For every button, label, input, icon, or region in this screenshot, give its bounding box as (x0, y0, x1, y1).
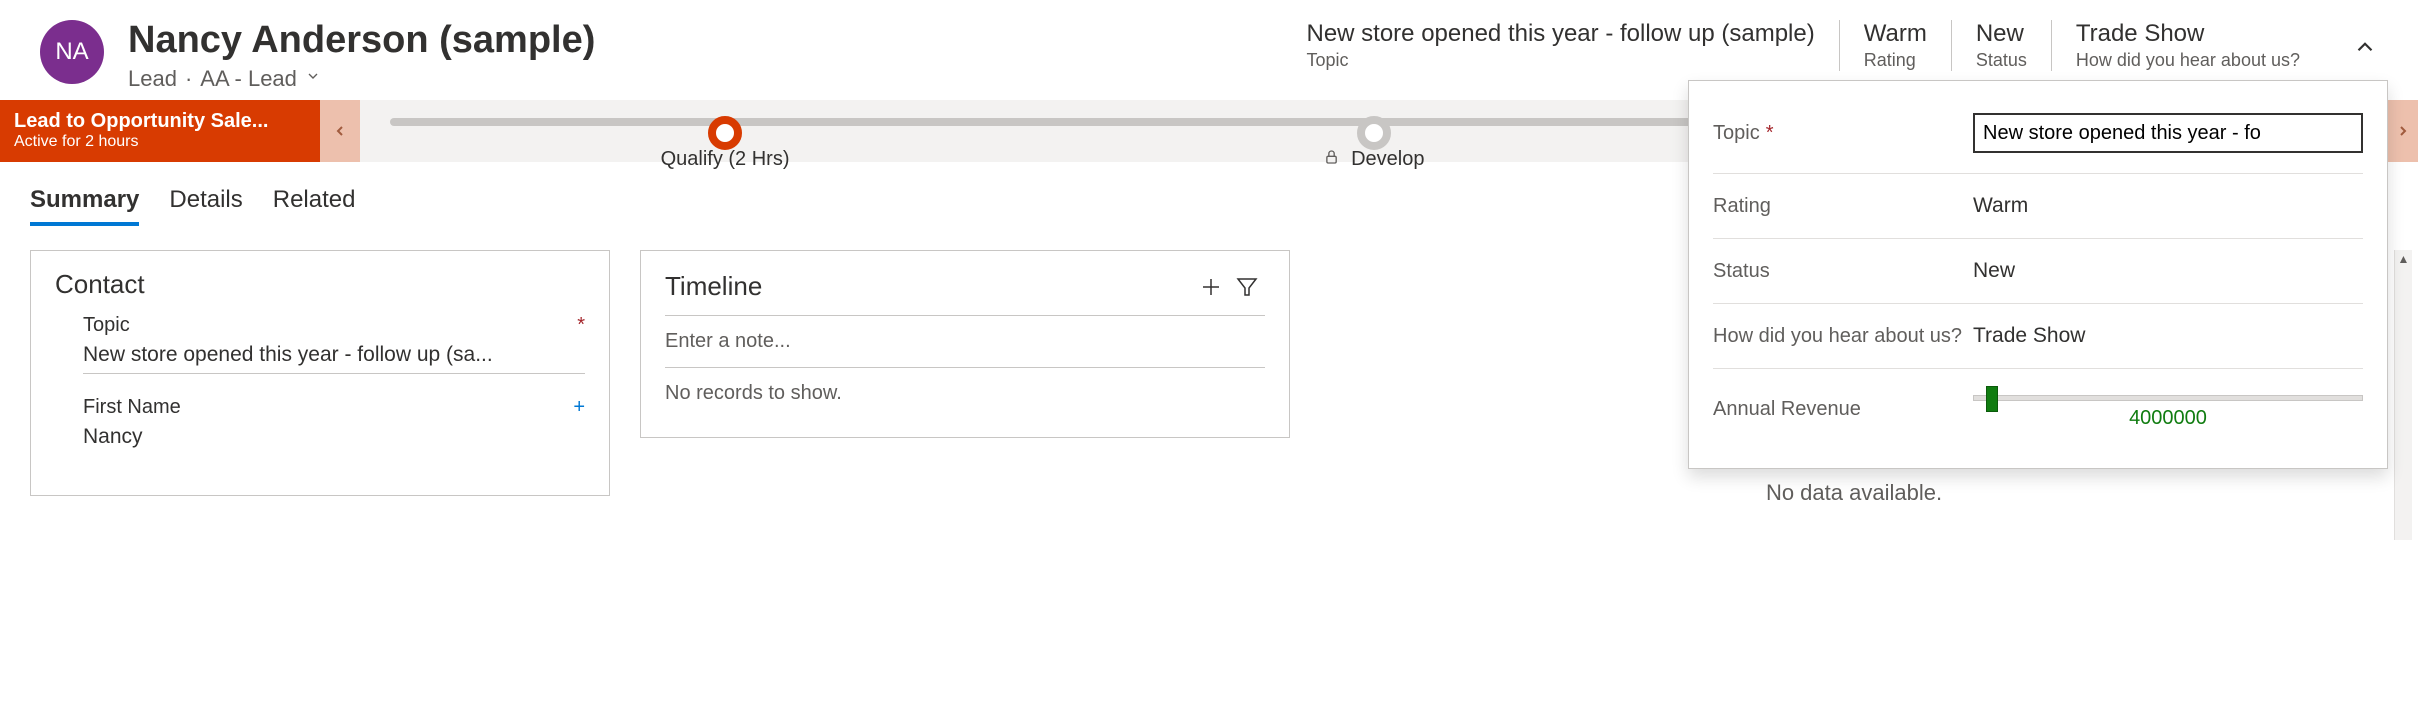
summary-topic-value[interactable]: New store opened this year - follow up (… (1306, 20, 1814, 48)
summary-status-label: Status (1976, 50, 2027, 71)
contact-section-title: Contact (55, 269, 585, 300)
timeline-note-input[interactable]: Enter a note... (665, 316, 1265, 368)
required-indicator: * (1766, 122, 1774, 145)
form-selector[interactable]: AA - Lead (200, 66, 297, 92)
summary-status-value[interactable]: New (1976, 20, 2027, 48)
contact-topic-value[interactable]: New store opened this year - follow up (… (83, 343, 585, 374)
bpf-forward-button[interactable] (2388, 100, 2418, 162)
no-data-text: No data available. (1766, 480, 1942, 505)
flyout-revenue-label: Annual Revenue (1713, 398, 1861, 421)
bpf-duration: Active for 2 hours (14, 133, 306, 151)
collapse-header-button[interactable] (2324, 26, 2378, 66)
bpf-stage-label: Develop (1351, 148, 1424, 170)
chevron-down-icon[interactable] (305, 68, 321, 89)
flyout-status-label: Status (1713, 260, 1770, 283)
summary-rating-label: Rating (1864, 50, 1927, 71)
revenue-slider-thumb[interactable] (1986, 386, 1998, 412)
avatar: NA (40, 20, 104, 84)
contact-topic-label: Topic (83, 314, 130, 337)
bpf-stage-develop[interactable]: Develop (1357, 112, 1391, 150)
bpf-process-badge[interactable]: Lead to Opportunity Sale... Active for 2… (0, 100, 320, 162)
timeline-filter-button[interactable] (1229, 269, 1265, 305)
bpf-stage-dot-active (708, 116, 742, 150)
revenue-slider[interactable] (1973, 395, 2363, 401)
timeline-empty-text: No records to show. (665, 368, 1265, 419)
revenue-slider-value: 4000000 (1973, 407, 2363, 430)
flyout-status-value[interactable]: New (1973, 259, 2363, 283)
required-indicator: * (577, 314, 585, 337)
flyout-source-value[interactable]: Trade Show (1973, 324, 2363, 348)
timeline-add-button[interactable] (1193, 269, 1229, 305)
summary-rating-value[interactable]: Warm (1864, 20, 1927, 48)
scrollbar-up-icon[interactable]: ▲ (2395, 250, 2412, 268)
bpf-process-name: Lead to Opportunity Sale... (14, 110, 306, 133)
recommended-indicator: + (573, 396, 585, 419)
tab-summary[interactable]: Summary (30, 186, 139, 226)
summary-source-label: How did you hear about us? (2076, 50, 2300, 71)
flyout-rating-label: Rating (1713, 195, 1771, 218)
tab-related[interactable]: Related (273, 186, 356, 226)
entity-label: Lead (128, 66, 177, 92)
scrollbar[interactable]: ▲ (2394, 250, 2412, 540)
summary-topic-label: Topic (1306, 50, 1814, 71)
header-flyout: Topic * Rating Warm Status New How did y… (1688, 80, 2388, 469)
contact-firstname-label: First Name (83, 396, 181, 419)
timeline-section: Timeline Enter a note... No records to s… (640, 250, 1290, 438)
bpf-stage-label: Qualify (2 Hrs) (661, 148, 790, 171)
separator-dot: · (185, 66, 192, 92)
lock-icon (1324, 148, 1346, 170)
bpf-stage-qualify[interactable]: Qualify (2 Hrs) (708, 112, 742, 150)
contact-section: Contact Topic * New store opened this ye… (30, 250, 610, 496)
flyout-rating-value[interactable]: Warm (1973, 194, 2363, 218)
record-title: Nancy Anderson (sample) (128, 20, 595, 62)
flyout-source-label: How did you hear about us? (1713, 325, 1962, 348)
bpf-back-button[interactable] (320, 100, 360, 162)
bpf-stage-dot (1357, 116, 1391, 150)
summary-source-value[interactable]: Trade Show (2076, 20, 2300, 48)
tab-details[interactable]: Details (169, 186, 242, 226)
contact-firstname-value[interactable]: Nancy (83, 425, 585, 455)
timeline-title: Timeline (665, 271, 1193, 302)
header-summary: New store opened this year - follow up (… (1306, 20, 2378, 71)
flyout-topic-label: Topic (1713, 122, 1760, 145)
flyout-topic-input[interactable] (1973, 113, 2363, 153)
